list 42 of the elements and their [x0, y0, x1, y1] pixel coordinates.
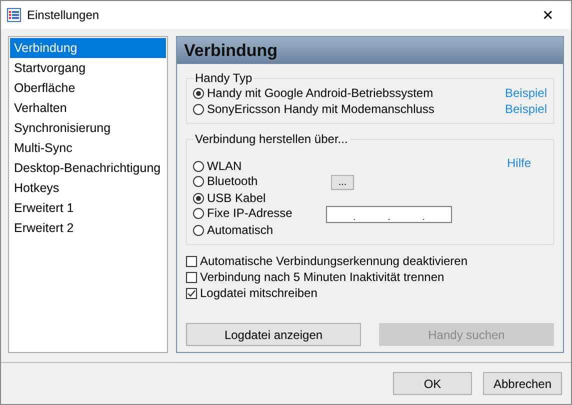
- sidebar-item[interactable]: Erweitert 2: [10, 218, 166, 238]
- list-icon: [7, 8, 21, 22]
- sidebar-item[interactable]: Verbindung: [10, 38, 166, 58]
- sidebar-item[interactable]: Erweitert 1: [10, 198, 166, 218]
- checkbox-square[interactable]: [186, 256, 197, 266]
- sidebar-item[interactable]: Oberfläche: [10, 78, 166, 98]
- window-title: Einstellungen: [27, 8, 100, 22]
- radio-button[interactable]: SonyEricsson Handy mit Modemanschluss: [193, 102, 434, 116]
- radio-button[interactable]: Bluetooth: [193, 174, 258, 188]
- radio-button[interactable]: USB Kabel: [193, 191, 266, 205]
- cancel-button[interactable]: Abbrechen: [483, 372, 562, 395]
- radio-circle[interactable]: [193, 88, 204, 98]
- radio-circle[interactable]: [193, 192, 204, 204]
- sidebar-item[interactable]: Multi-Sync: [10, 138, 166, 158]
- radio-circle[interactable]: [193, 104, 204, 114]
- radio-circle[interactable]: [193, 224, 204, 236]
- ip-address-field[interactable]: . . .: [326, 206, 452, 222]
- browse-button[interactable]: ...: [331, 174, 354, 190]
- checkbox[interactable]: Logdatei mitschreiben: [186, 285, 554, 301]
- radio-circle[interactable]: [193, 160, 204, 172]
- sidebar-item[interactable]: Desktop-Benachrichtigung: [10, 158, 166, 178]
- ok-button[interactable]: OK: [393, 372, 472, 395]
- radio-button[interactable]: Automatisch: [193, 223, 274, 237]
- panel-title: Verbindung: [177, 37, 563, 64]
- show-log-button[interactable]: Logdatei anzeigen: [186, 323, 361, 346]
- radio-button[interactable]: WLAN: [193, 159, 242, 173]
- radio-button[interactable]: Handy mit Google Android-Betriebssystem: [193, 86, 434, 100]
- sidebar-item[interactable]: Startvorgang: [10, 58, 166, 78]
- group-label: Handy Typ: [194, 71, 254, 85]
- radio-button[interactable]: Fixe IP-Adresse: [193, 206, 292, 220]
- checkbox-square[interactable]: [186, 272, 197, 282]
- checkbox[interactable]: Automatische Verbindungserkennung deaktivieren: [186, 253, 554, 269]
- checkbox-square[interactable]: [186, 288, 197, 298]
- radio-circle[interactable]: [193, 176, 204, 187]
- group-label: Verbindung herstellen über...: [194, 132, 349, 146]
- radio-circle[interactable]: [193, 208, 204, 219]
- close-button[interactable]: ✕: [525, 1, 571, 29]
- sidebar-item[interactable]: Hotkeys: [10, 178, 166, 198]
- checkbox[interactable]: Verbindung nach 5 Minuten Inaktivität trennen: [186, 269, 554, 285]
- sidebar-item[interactable]: Verhalten: [10, 98, 166, 118]
- sidebar-item[interactable]: Synchronisierung: [10, 118, 166, 138]
- check-icon: [187, 288, 196, 298]
